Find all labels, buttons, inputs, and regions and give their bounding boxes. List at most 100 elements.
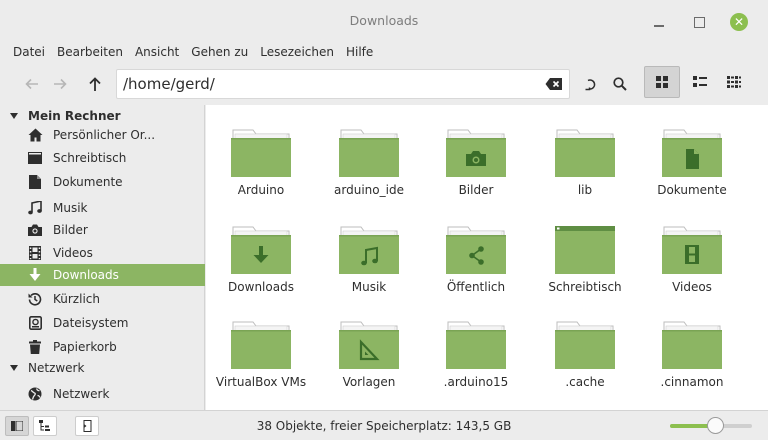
sidebar-item-label: Musik: [53, 201, 88, 215]
file-label: Schreibtisch: [548, 280, 622, 294]
camera-icon: [27, 222, 43, 238]
file-label: Bilder: [458, 183, 494, 197]
file-view[interactable]: Arduino arduino_ide Bilder lib Dokumente Down…: [206, 105, 768, 410]
sidebar-item-network[interactable]: Netzwerk: [0, 383, 205, 405]
file-item[interactable]: .cache: [530, 297, 640, 389]
search-icon: [613, 77, 627, 91]
title-bar: Downloads ✕: [0, 0, 768, 42]
sidebar-item-videos[interactable]: Videos: [0, 242, 205, 264]
compact-view-button[interactable]: [716, 66, 752, 98]
folder-icon: [446, 321, 506, 369]
expand-triangle-icon: [10, 113, 18, 119]
file-label: Dokumente: [657, 183, 727, 197]
file-manager-window: Downloads ✕ Datei Bearbeiten Ansicht Geh…: [0, 0, 768, 440]
file-item[interactable]: Bilder: [421, 105, 531, 197]
forward-button[interactable]: [43, 67, 77, 101]
list-view-icon: [693, 76, 707, 87]
home-icon: [27, 127, 43, 143]
toolbar: [0, 64, 768, 104]
file-item[interactable]: Musik: [314, 202, 424, 294]
file-label: Musik: [351, 280, 387, 294]
sidebar-item-label: Videos: [53, 246, 93, 260]
file-label: arduino_ide: [334, 183, 404, 197]
location-input[interactable]: [123, 74, 533, 94]
file-label: .cinnamon: [660, 375, 724, 389]
file-item[interactable]: Arduino: [206, 105, 316, 197]
file-label: .cache: [565, 375, 605, 389]
sidebar-item-music[interactable]: Musik: [0, 197, 205, 219]
file-item[interactable]: Dokumente: [637, 105, 747, 197]
maximize-button[interactable]: [690, 13, 708, 31]
sidebar-item-label: Schreibtisch: [53, 151, 127, 165]
file-item[interactable]: .cinnamon: [637, 297, 747, 389]
file-label: Vorlagen: [342, 375, 396, 389]
sidebar-item-home[interactable]: Persönlicher Or...: [0, 124, 205, 146]
up-button[interactable]: [78, 67, 112, 101]
file-item[interactable]: arduino_ide: [314, 105, 424, 197]
sidebar: Mein Rechner Persönlicher Or... Schreibt…: [0, 105, 205, 410]
menu-gehen-zu[interactable]: Gehen zu: [185, 42, 254, 64]
maximize-icon: [693, 16, 705, 28]
desktop-folder-icon: [555, 226, 615, 274]
close-icon: ✕: [730, 13, 748, 31]
folder-icon: [662, 129, 722, 177]
sidebar-item-label: Persönlicher Or...: [53, 128, 156, 142]
location-bar[interactable]: [116, 69, 570, 99]
file-item[interactable]: lib: [530, 105, 640, 197]
folder-icon: [662, 321, 722, 369]
folder-icon: [339, 129, 399, 177]
sidebar-item-filesystem[interactable]: Dateisystem: [0, 312, 205, 334]
minimize-button[interactable]: [650, 13, 668, 31]
list-view-button[interactable]: [682, 66, 718, 98]
folder-icon: [231, 321, 291, 369]
history-icon: [27, 291, 43, 307]
file-item[interactable]: Schreibtisch: [530, 202, 640, 294]
sidebar-item-label: Dokumente: [53, 175, 123, 189]
menu-datei[interactable]: Datei: [7, 42, 51, 64]
arrow-up-icon: [89, 77, 101, 91]
file-label: Öffentlich: [446, 280, 506, 294]
drive-icon: [27, 315, 43, 331]
sidebar-item-downloads[interactable]: Downloads: [0, 264, 205, 286]
file-item[interactable]: .arduino15: [421, 297, 531, 389]
sidebar-item-pictures[interactable]: Bilder: [0, 219, 205, 241]
sidebar-item-documents[interactable]: Dokumente: [0, 171, 205, 193]
file-item[interactable]: VirtualBox VMs: [206, 297, 316, 389]
trash-icon: [27, 339, 43, 355]
file-label: .arduino15: [443, 375, 509, 389]
sidebar-item-recent[interactable]: Kürzlich: [0, 288, 205, 310]
edit-location-icon: [585, 79, 596, 91]
file-label: lib: [577, 183, 593, 197]
zoom-slider-handle[interactable]: [707, 417, 724, 434]
clear-text-icon[interactable]: [545, 77, 563, 94]
sidebar-item-trash[interactable]: Papierkorb: [0, 336, 205, 358]
file-item[interactable]: Vorlagen: [314, 297, 424, 389]
section-title: Mein Rechner: [28, 109, 121, 123]
file-item[interactable]: Öffentlich: [421, 202, 531, 294]
folder-icon: [231, 129, 291, 177]
status-bar: 38 Objekte, freier Speicherplatz: 143,5 …: [0, 410, 768, 440]
menu-bearbeiten[interactable]: Bearbeiten: [51, 42, 129, 64]
section-title: Netzwerk: [28, 361, 85, 375]
sidebar-item-label: Bilder: [53, 223, 88, 237]
status-text: 38 Objekte, freier Speicherplatz: 143,5 …: [256, 419, 512, 433]
icon-view-button[interactable]: [644, 66, 680, 98]
close-button[interactable]: ✕: [730, 13, 748, 31]
sidebar-section-network[interactable]: Netzwerk: [0, 358, 205, 378]
file-label: VirtualBox VMs: [215, 375, 307, 389]
file-label: Arduino: [237, 183, 285, 197]
file-item[interactable]: Videos: [637, 202, 747, 294]
search-button[interactable]: [603, 67, 637, 101]
folder-icon: [555, 129, 615, 177]
sidebar-section-computer[interactable]: Mein Rechner: [0, 106, 205, 126]
sidebar-item-label: Downloads: [53, 268, 119, 282]
file-label: Downloads: [228, 280, 294, 294]
grid-view-icon: [656, 76, 668, 88]
zoom-slider[interactable]: [670, 417, 752, 434]
menu-lesezeichen[interactable]: Lesezeichen: [254, 42, 340, 64]
sidebar-item-label: Papierkorb: [53, 340, 117, 354]
sidebar-item-desktop[interactable]: Schreibtisch: [0, 147, 205, 169]
menu-hilfe[interactable]: Hilfe: [340, 42, 379, 64]
file-item[interactable]: Downloads: [206, 202, 316, 294]
menu-ansicht[interactable]: Ansicht: [129, 42, 185, 64]
